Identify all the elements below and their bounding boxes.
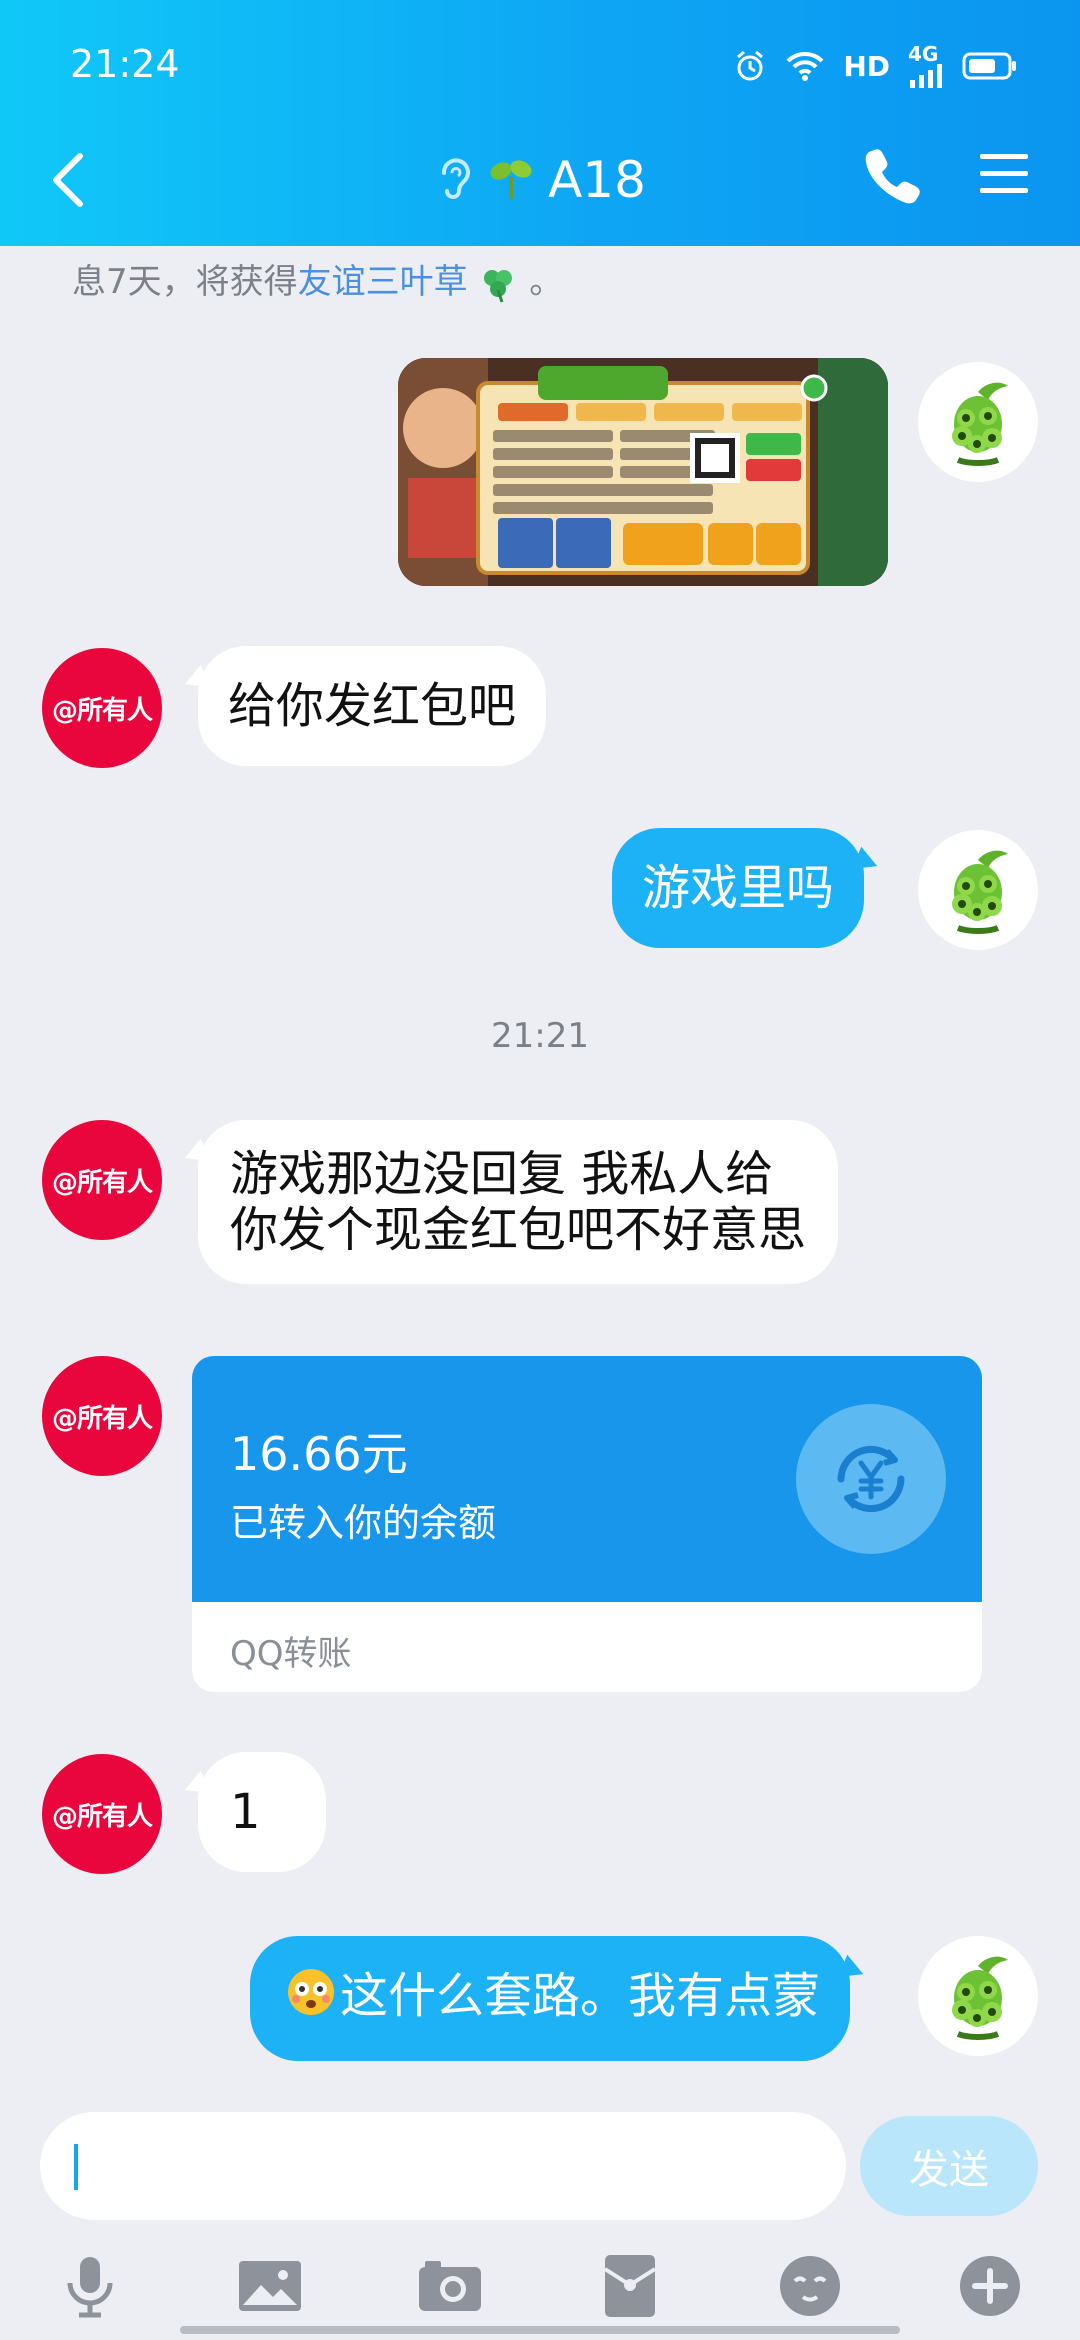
more-button[interactable] [950,2246,1030,2326]
message-bubble-incoming[interactable]: 游戏那边没回复 我私人给 你发个现金红包吧不好意思 [198,1120,839,1284]
flushed-emoji-icon [286,1967,336,2031]
system-notice: 息7天，将获得友谊三叶草 。 [72,254,563,304]
menu-button[interactable] [976,146,1032,202]
status-icons: HD 4G [733,44,1018,88]
transfer-label: QQ转账 [230,1634,352,1674]
plus-icon [960,2256,1020,2316]
call-button[interactable] [860,144,920,204]
my-avatar[interactable] [918,362,1038,482]
game-promo-image [398,358,888,586]
red-packet-icon [603,2255,657,2317]
chat-header: 21:24 HD 4G A18 [0,0,1080,246]
sprout-icon [488,155,534,205]
ear-icon[interactable] [434,153,474,207]
alarm-icon [733,49,767,83]
time-divider: 21:21 [491,1016,589,1056]
status-bar: 21:24 HD 4G [0,0,1080,130]
friendship-clover-link[interactable]: 友谊三叶草 [298,262,468,302]
message-bubble-incoming[interactable]: 1 [198,1752,326,1872]
transfer-card-body: 16.66元 已转入你的余额 [192,1356,982,1602]
emoji-button[interactable] [770,2246,850,2326]
wifi-icon [785,50,825,82]
transfer-amount: 16.66元 [230,1427,408,1481]
avatar-label: @所有人 [51,695,153,726]
input-bar: 发送 [0,2106,1080,2340]
qq-transfer-card[interactable]: 16.66元 已转入你的余额 QQ转账 [192,1356,982,1692]
message-text: 这什么套路。我有点蒙 [340,1968,821,2024]
message-input[interactable] [40,2112,846,2220]
signal-icon: 4G [908,44,944,88]
chat-title: A18 [548,151,646,209]
peashooter-avatar-icon [952,382,1008,466]
camera-button[interactable] [410,2246,490,2326]
image-message[interactable] [398,358,888,586]
avatar-label: @所有人 [51,1167,153,1198]
avatar-label: @所有人 [51,1801,153,1832]
home-indicator[interactable] [180,2326,900,2334]
camera-icon [419,2261,481,2311]
contact-avatar[interactable]: @所有人 [42,648,162,768]
emoji-icon [780,2256,840,2316]
status-time: 21:24 [70,42,180,86]
message-text: 给你发红包吧 [228,678,517,734]
contact-avatar[interactable]: @所有人 [42,1120,162,1240]
message-text-line: 你发个现金红包吧不好意思 [230,1202,807,1258]
message-bubble-outgoing[interactable]: 这什么套路。我有点蒙 [250,1936,851,2061]
hd-label: HD [843,49,890,83]
message-bubble-incoming[interactable]: 给你发红包吧 [198,646,547,766]
battery-icon [962,51,1018,81]
peashooter-avatar-icon [952,850,1008,934]
contact-avatar[interactable]: @所有人 [42,1754,162,1874]
avatar-label: @所有人 [51,1403,153,1434]
input-toolbar [0,2246,1080,2336]
message-text-line: 游戏那边没回复 我私人给 [230,1146,774,1202]
send-button[interactable]: 发送 [860,2116,1038,2216]
network-type-label: 4G [908,42,939,66]
system-notice-suffix: 。 [529,262,564,302]
message-bubble-outgoing[interactable]: 游戏里吗 [612,828,865,948]
message-text: 1 [230,1784,261,1840]
message-text: 游戏里吗 [642,860,835,916]
my-avatar[interactable] [918,830,1038,950]
chat-area[interactable]: 息7天，将获得友谊三叶草 。 @所有人 给你发红包吧 游戏里吗 21:21 @所… [0,246,1080,2106]
peashooter-avatar-icon [952,1956,1008,2040]
red-packet-button[interactable] [590,2246,670,2326]
text-caret [74,2144,78,2190]
system-notice-prefix: 息7天，将获得 [72,262,298,302]
my-avatar[interactable] [918,1936,1038,2056]
image-icon [239,2261,301,2311]
yuan-exchange-icon [796,1404,946,1554]
voice-button[interactable] [50,2246,130,2326]
photo-button[interactable] [230,2246,310,2326]
contact-avatar[interactable]: @所有人 [42,1356,162,1476]
phone-icon [865,149,920,204]
clover-icon [484,269,513,302]
menu-icon [980,154,1028,193]
transfer-status: 已转入你的余额 [230,1501,497,1545]
microphone-icon [67,2257,113,2318]
title-bar: A18 [0,130,1080,230]
